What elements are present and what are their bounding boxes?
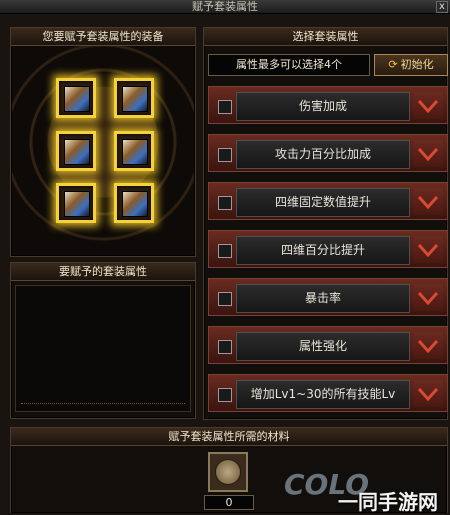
attr-option[interactable]: 伤害加成 — [208, 86, 448, 124]
option-checkbox[interactable] — [218, 292, 232, 306]
option-checkbox[interactable] — [218, 196, 232, 210]
refresh-icon: ⟳ — [388, 58, 398, 71]
option-checkbox[interactable] — [218, 100, 232, 114]
attr-option[interactable]: 四维百分比提升 — [208, 230, 448, 268]
option-label: 暴击率 — [236, 284, 410, 313]
scrollbar-track[interactable] — [21, 403, 185, 409]
attr-option[interactable]: 攻击力百分比加成 — [208, 134, 448, 172]
max-select-tip: 属性最多可以选择4个 — [208, 54, 370, 76]
reset-button[interactable]: ⟳ 初始化 — [374, 54, 448, 76]
option-label: 伤害加成 — [236, 92, 410, 121]
equip-slot-2[interactable] — [114, 78, 154, 118]
option-label: 增加Lv1~30的所有技能Lv — [236, 380, 410, 409]
equip-slot-3[interactable] — [56, 131, 96, 171]
option-checkbox[interactable] — [218, 244, 232, 258]
material-count: 0 — [204, 495, 254, 510]
option-label: 四维百分比提升 — [236, 236, 410, 265]
close-icon[interactable]: x — [436, 1, 448, 13]
attr-option[interactable]: 属性强化 — [208, 326, 448, 364]
window-title: 赋予套装属性 — [0, 0, 450, 14]
equip-slot-5[interactable] — [56, 183, 96, 223]
reset-button-label: 初始化 — [400, 58, 434, 71]
armor-icon — [64, 139, 90, 165]
equip-panel: 您要赋予套装属性的装备 — [10, 27, 196, 257]
option-checkbox[interactable] — [218, 148, 232, 162]
attr-panel-title: 要赋予的套装属性 — [11, 263, 195, 281]
chevron-down-icon[interactable] — [413, 140, 443, 167]
weapon-icon — [64, 86, 90, 112]
attr-option[interactable]: 四维固定数值提升 — [208, 182, 448, 220]
attr-panel: 要赋予的套装属性 — [10, 262, 196, 419]
armor-icon — [122, 139, 148, 165]
option-label: 四维固定数值提升 — [236, 188, 410, 217]
equip-slot-4[interactable] — [114, 131, 154, 171]
material-slot[interactable] — [208, 452, 248, 492]
armor-icon — [122, 191, 148, 217]
chevron-down-icon[interactable] — [413, 380, 443, 407]
chevron-down-icon[interactable] — [413, 236, 443, 263]
option-checkbox[interactable] — [218, 340, 232, 354]
attr-option[interactable]: 暴击率 — [208, 278, 448, 316]
material-panel-title: 赋予套装属性所需的材料 — [11, 428, 447, 446]
chevron-down-icon[interactable] — [413, 92, 443, 119]
attr-option[interactable]: 增加Lv1~30的所有技能Lv — [208, 374, 448, 412]
armor-icon — [64, 191, 90, 217]
attr-list-box — [15, 285, 191, 412]
chevron-down-icon[interactable] — [413, 188, 443, 215]
option-label: 属性强化 — [236, 332, 410, 361]
option-checkbox[interactable] — [218, 388, 232, 402]
option-label: 攻击力百分比加成 — [236, 140, 410, 169]
chevron-down-icon[interactable] — [413, 284, 443, 311]
watermark-text: 一同手游网 — [338, 490, 438, 514]
chevron-down-icon[interactable] — [413, 332, 443, 359]
armor-icon — [122, 86, 148, 112]
equip-slot-6[interactable] — [114, 183, 154, 223]
select-panel-title: 选择套装属性 — [204, 28, 447, 46]
equip-panel-title: 您要赋予套装属性的装备 — [11, 28, 195, 46]
equip-slot-1[interactable] — [56, 78, 96, 118]
material-icon — [215, 459, 241, 485]
